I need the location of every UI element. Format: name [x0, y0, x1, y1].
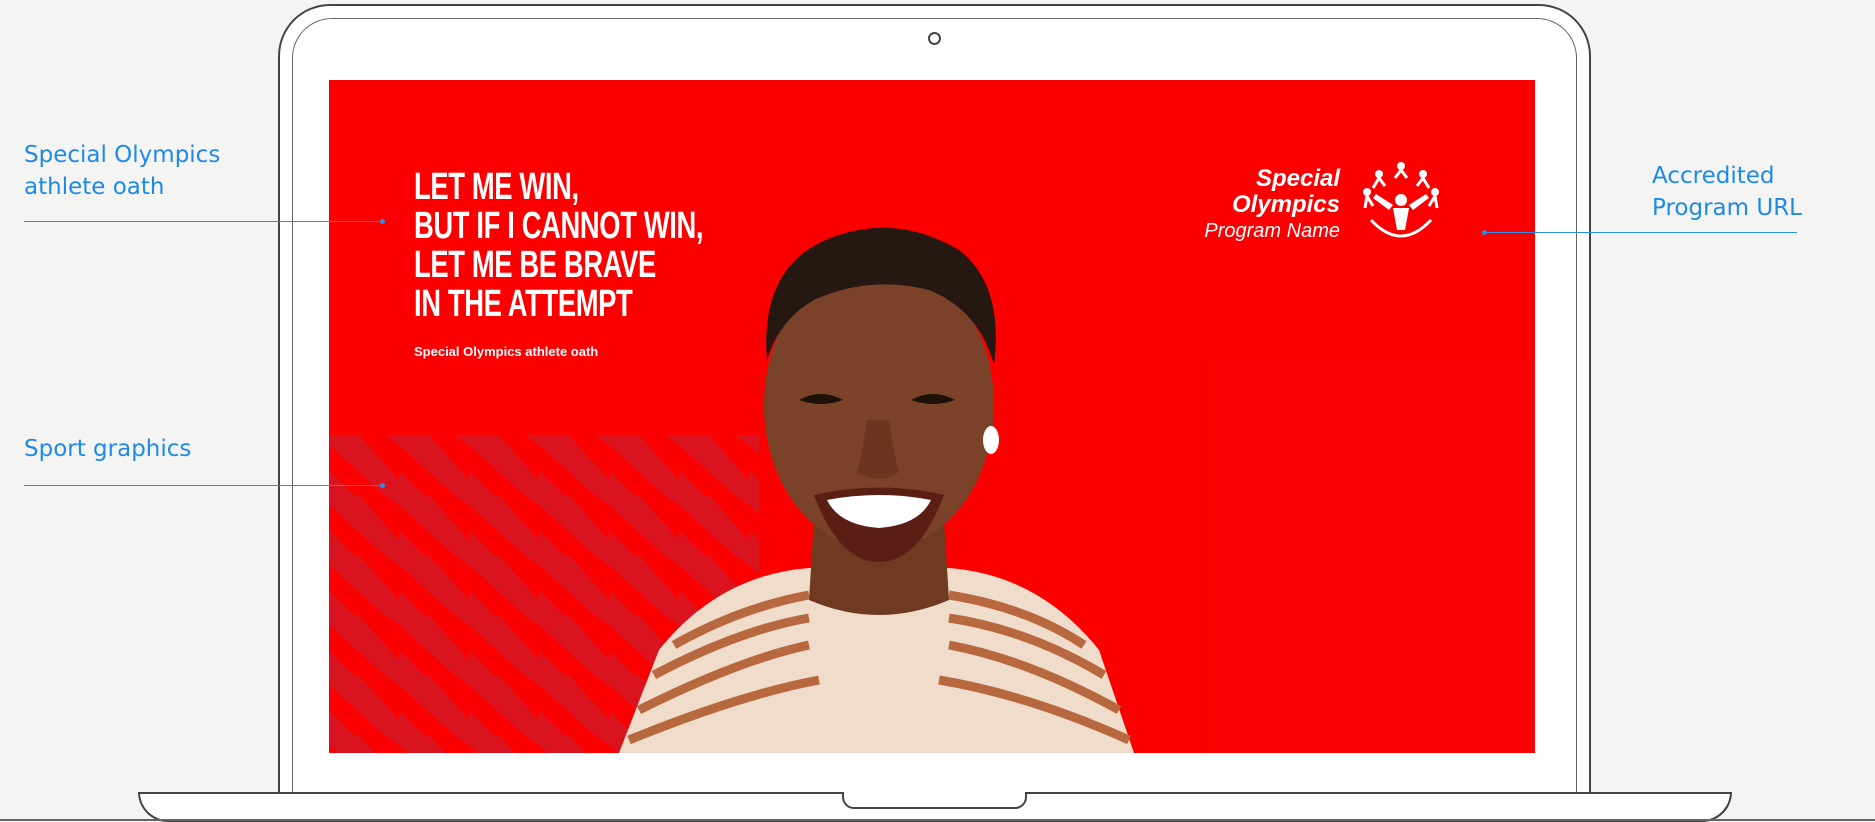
sport-annotation-leader	[24, 485, 383, 486]
sport-annotation-dot	[380, 483, 385, 488]
oath-line: BUT IF I CANNOT WIN,	[414, 205, 704, 247]
url-annotation-line1: Accredited	[1652, 163, 1775, 189]
oath-annotation: Special Olympics athlete oath	[24, 139, 220, 203]
logo-olympics: Olympics	[1231, 191, 1340, 218]
laptop-notch	[842, 792, 1027, 809]
camera-icon	[928, 32, 941, 45]
logo-special: Special	[1255, 165, 1340, 192]
logo-program-name: Program Name	[1204, 220, 1340, 242]
oath-line: IN THE ATTEMPT	[414, 283, 633, 325]
sport-annotation: Sport graphics	[24, 433, 191, 465]
oath-line: LET ME BE BRAVE	[414, 244, 656, 286]
oath-annotation-dot	[380, 219, 385, 224]
special-olympics-logo-icon[interactable]	[1359, 160, 1443, 246]
program-logo-text[interactable]: Special Olympics Program Name	[1204, 166, 1340, 244]
oath-credit: Special Olympics athlete oath	[414, 344, 599, 359]
oath-annotation-leader	[24, 221, 383, 222]
url-annotation-leader	[1484, 232, 1797, 233]
oath-annotation-line1: Special Olympics	[24, 142, 221, 168]
sport-annotation-text: Sport graphics	[24, 436, 192, 462]
athlete-oath: LET ME WIN, BUT IF I CANNOT WIN, LET ME …	[414, 166, 704, 325]
oath-line: LET ME WIN,	[414, 166, 579, 208]
sport-graphics-pattern-faint	[1209, 360, 1535, 753]
url-annotation-line2: Program URL	[1652, 195, 1802, 221]
screen-banner: LET ME WIN, BUT IF I CANNOT WIN, LET ME …	[329, 80, 1535, 753]
url-annotation: Accredited Program URL	[1652, 160, 1802, 224]
url-annotation-dot	[1482, 230, 1487, 235]
oath-annotation-line2: athlete oath	[24, 174, 165, 200]
